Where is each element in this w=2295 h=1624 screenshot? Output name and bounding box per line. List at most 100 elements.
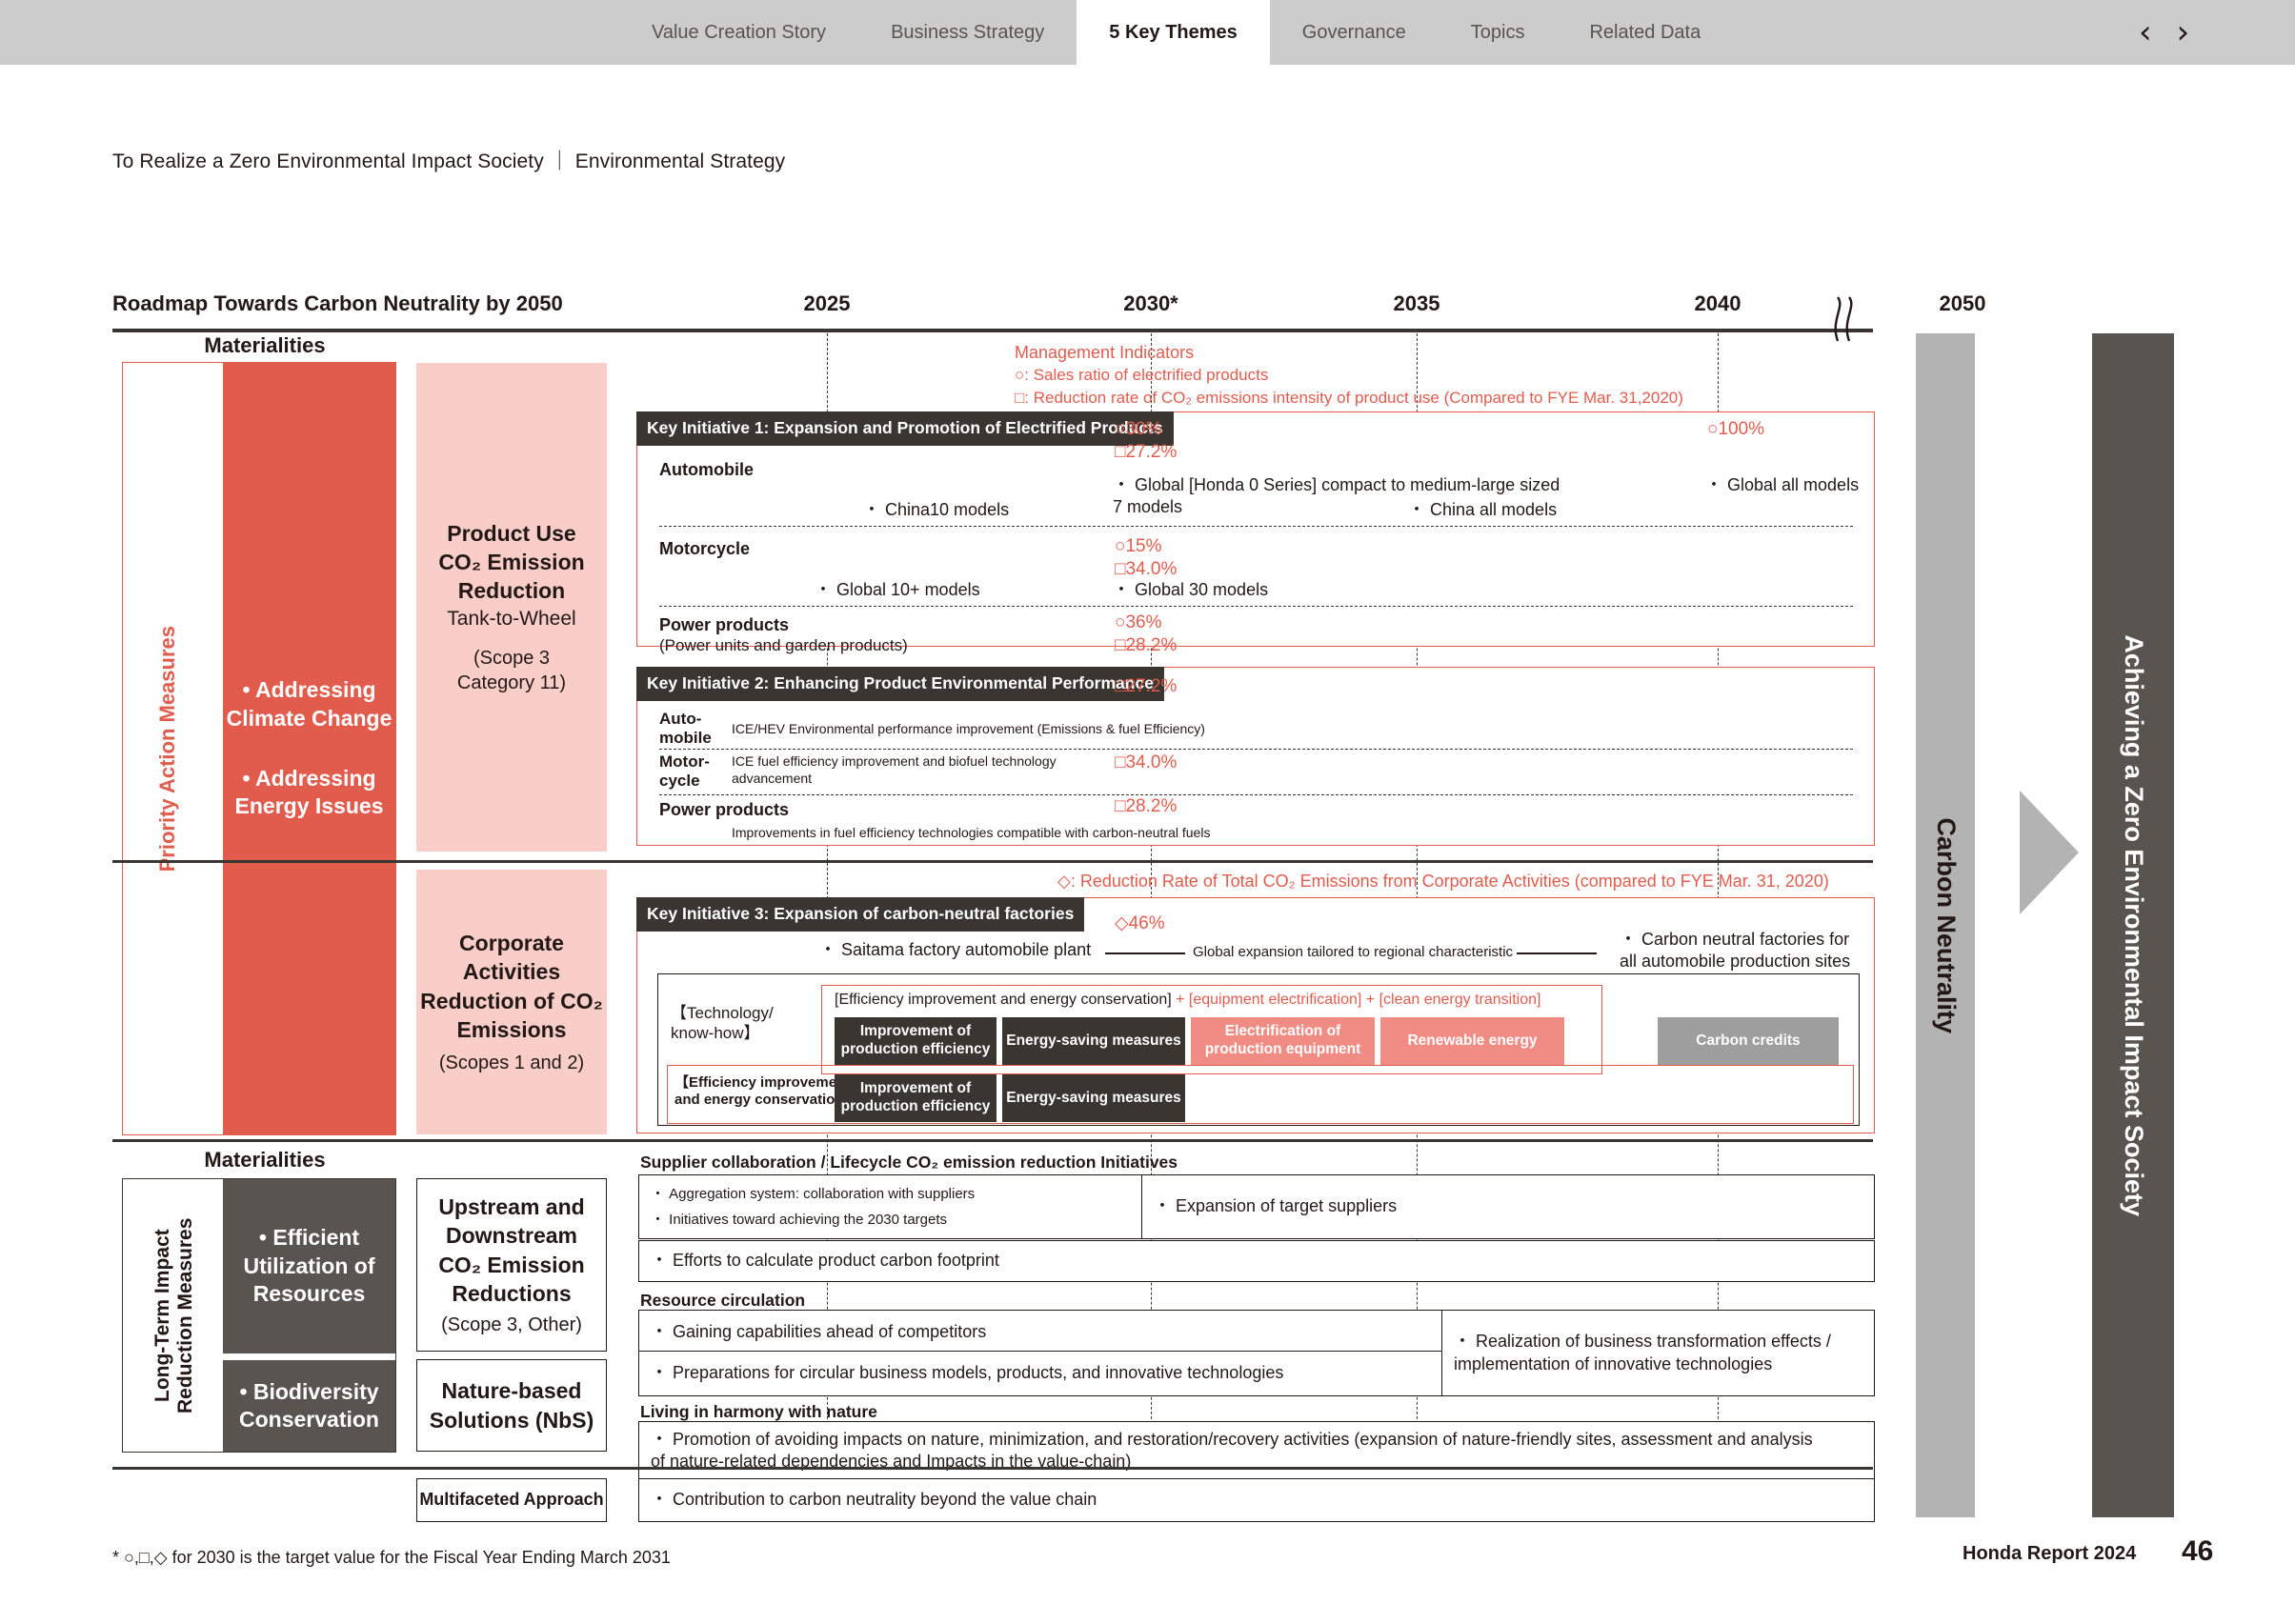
category-upstream-downstream: Upstream and Downstream CO₂ Emission Red… xyxy=(416,1178,607,1352)
materialities-header-bottom: Materialities xyxy=(204,1148,326,1172)
ki1-power-metric-square: □28.2% xyxy=(1115,635,1178,655)
ki2-automobile-desc: ICE/HEV Environmental performance improv… xyxy=(732,721,1205,736)
nav-pagination: ‹ › xyxy=(2139,0,2189,65)
ki2-motorcycle-label: Motor- cycle xyxy=(659,752,710,790)
ki3-bullet-2040: ・ Carbon neutral factories for all autom… xyxy=(1620,930,1851,971)
chip-improvement-production-efficiency-2[interactable]: Improvement of production efficiency xyxy=(835,1074,997,1122)
ki1-auto-metric-square: □27.2% xyxy=(1115,442,1178,462)
tab-business-strategy[interactable]: Business Strategy xyxy=(858,0,1077,65)
progress-arrow-icon xyxy=(2020,791,2079,914)
supplier-box-1: ・ Aggregation system: collaboration with… xyxy=(638,1174,1143,1239)
category-corporate-note: (Scopes 1 and 2) xyxy=(438,1052,585,1073)
category-upstream-note: (Scope 3, Other) xyxy=(441,1313,582,1335)
efficiency-improvements-label: 【Efficiency improvements and energy cons… xyxy=(674,1074,858,1109)
ki2-header-metric-square: □27.2% xyxy=(1115,676,1178,696)
ki3-mid-label: Global expansion tailored to regional ch… xyxy=(1193,944,1514,960)
chip-energy-saving-measures-1[interactable]: Energy-saving measures xyxy=(1002,1017,1185,1065)
management-indicator-circle: ○: Sales ratio of electrified products xyxy=(1015,366,1269,384)
chip-renewable-energy[interactable]: Renewable energy xyxy=(1380,1017,1564,1065)
resource-box-2: ・ Preparations for circular business mod… xyxy=(638,1351,1443,1396)
ki1-moto-metric-circle: ○15% xyxy=(1115,536,1162,556)
tab-5-key-themes[interactable]: 5 Key Themes xyxy=(1077,0,1270,65)
nav-tabs: Value Creation Story Business Strategy 5… xyxy=(619,0,1733,65)
chevron-left-icon[interactable]: ‹ xyxy=(2139,16,2152,49)
technology-knowhow-label: 【Technology/ know-how】 xyxy=(671,1004,774,1043)
carbon-neutrality-label: Carbon Neutrality xyxy=(1931,817,1961,1033)
category-nbs: Nature-based Solutions (NbS) xyxy=(416,1359,607,1452)
ki1-auto-metric-circle: ○30% xyxy=(1115,419,1162,439)
tab-topics[interactable]: Topics xyxy=(1439,0,1558,65)
chevron-right-icon[interactable]: › xyxy=(2177,16,2190,49)
ki2-motorcycle-desc: ICE fuel efficiency improvement and biof… xyxy=(732,753,1057,786)
ki3-metric-diamond: ◇46% xyxy=(1115,913,1165,933)
category-multifaceted: Multifaceted Approach xyxy=(416,1478,607,1522)
key-initiative-1-title: Key Initiative 1: Expansion and Promotio… xyxy=(636,411,1174,446)
page-number: 46 xyxy=(2182,1535,2214,1567)
category-product-use-title: Product Use CO₂ Emission Reduction xyxy=(438,520,585,604)
ki1-moto-metric-square: □34.0% xyxy=(1115,559,1178,579)
chip-carbon-credits[interactable]: Carbon credits xyxy=(1658,1017,1839,1065)
ki3-bullet-2025: ・ Saitama factory automobile plant xyxy=(819,940,1092,959)
formula-black-part: [Efficiency improvement and energy conse… xyxy=(835,992,1172,1008)
nature-section-header: Living in harmony with nature xyxy=(640,1402,877,1421)
tab-related-data[interactable]: Related Data xyxy=(1557,0,1733,65)
supplier-box-1-line-1: ・ Aggregation system: collaboration with… xyxy=(651,1185,976,1202)
year-label-2030: 2030* xyxy=(1123,291,1178,315)
ki2-sep-1 xyxy=(659,749,1853,750)
chip-improvement-production-efficiency-1[interactable]: Improvement of production efficiency xyxy=(835,1017,997,1065)
category-upstream-title: Upstream and Downstream CO₂ Emission Red… xyxy=(438,1194,585,1307)
ki2-sep-2 xyxy=(659,794,1853,795)
tab-governance[interactable]: Governance xyxy=(1270,0,1439,65)
formula-red-part: + [equipment electrification] + [clean e… xyxy=(1171,992,1541,1008)
breadcrumb: To Realize a Zero Environmental Impact S… xyxy=(112,150,786,172)
ki3-connector-left xyxy=(1105,952,1185,954)
management-indicators-heading: Management Indicators xyxy=(1015,343,1195,362)
category-product-use-note: (Scope 3 Category 11) xyxy=(456,647,567,693)
management-indicator-square: □: Reduction rate of CO₂ emissions inten… xyxy=(1015,389,1683,407)
ki1-motorcycle-label: Motorcycle xyxy=(659,539,751,558)
ki3-connector-right xyxy=(1517,952,1597,954)
category-nbs-title: Nature-based Solutions (NbS) xyxy=(429,1378,594,1433)
timeline-axis xyxy=(112,329,1873,332)
year-label-2040: 2040 xyxy=(1694,291,1741,315)
category-corporate-title: Corporate Activities Reduction of CO₂ Em… xyxy=(420,931,603,1043)
materiality-biodiversity: • Biodiversity Conservation xyxy=(223,1360,395,1452)
materiality-item-energy-issues: • Addressing Energy Issues xyxy=(234,766,384,819)
ki2-moto-metric-square: □34.0% xyxy=(1115,752,1178,772)
page-title: Roadmap Towards Carbon Neutrality by 205… xyxy=(112,291,563,315)
supplier-box-1-line-2: ・ Initiatives toward achieving the 2030 … xyxy=(651,1212,948,1228)
carbon-neutrality-bar: Carbon Neutrality xyxy=(1916,333,1975,1517)
top-navigation-bar: Value Creation Story Business Strategy 5… xyxy=(0,0,2295,65)
section-divider-lower xyxy=(112,1467,1873,1470)
ki2-power-desc: Improvements in fuel efficiency technolo… xyxy=(732,825,1211,840)
materiality-item-biodiversity: • Biodiversity Conservation xyxy=(239,1378,379,1432)
category-corporate-activities: Corporate Activities Reduction of CO₂ Em… xyxy=(416,870,607,1134)
ki1-automobile-label: Automobile xyxy=(659,460,754,479)
category-product-use-sub: Tank-to-Wheel xyxy=(447,607,576,630)
ki1-power-sub: (Power units and garden products) xyxy=(659,636,908,654)
materiality-item-climate-change: • Addressing Climate Change xyxy=(226,677,393,731)
supplier-section-header: Supplier collaboration / Lifecycle CO₂ e… xyxy=(640,1153,1178,1172)
ki1-auto-metric-2040-circle: ○100% xyxy=(1707,419,1765,439)
technology-formula: [Efficiency improvement and energy conse… xyxy=(835,992,1540,1009)
materiality-climate-energy: • Addressing Climate Change • Addressing… xyxy=(223,363,395,1134)
resource-box-3: ・ Realization of business transformation… xyxy=(1441,1310,1875,1396)
longterm-measures-label: Long-Term Impact Reduction Measures xyxy=(151,1217,196,1413)
category-product-use: Product Use CO₂ Emission Reduction Tank-… xyxy=(416,363,607,852)
resource-section-header: Resource circulation xyxy=(640,1291,806,1310)
report-name: Honda Report 2024 xyxy=(1963,1543,2137,1564)
materiality-efficient-resources: • Efficient Utilization of Resources xyxy=(223,1179,395,1353)
year-label-2050: 2050 xyxy=(1939,291,1986,315)
chip-energy-saving-measures-2[interactable]: Energy-saving measures xyxy=(1002,1074,1185,1122)
goal-label: Achieving a Zero Environmental Impact So… xyxy=(2119,634,2148,1216)
ki1-power-metric-circle: ○36% xyxy=(1115,612,1162,632)
tab-value-creation-story[interactable]: Value Creation Story xyxy=(619,0,858,65)
ki1-auto-bullet-2035: ・ China all models xyxy=(1408,500,1558,519)
corporate-indicator-note: ◇: Reduction Rate of Total CO₂ Emissions… xyxy=(1057,872,1829,891)
ki1-auto-bullet-2040: ・ Global all models xyxy=(1705,475,1860,494)
key-initiative-3-title: Key Initiative 3: Expansion of carbon-ne… xyxy=(636,897,1085,932)
footnote: * ○,□,◇ for 2030 is the target value for… xyxy=(112,1548,671,1567)
multifaceted-box: ・ Contribution to carbon neutrality beyo… xyxy=(638,1478,1875,1522)
chip-electrification-production-equipment[interactable]: Electrification of production equipment xyxy=(1191,1017,1375,1065)
goal-bar: Achieving a Zero Environmental Impact So… xyxy=(2092,333,2174,1517)
